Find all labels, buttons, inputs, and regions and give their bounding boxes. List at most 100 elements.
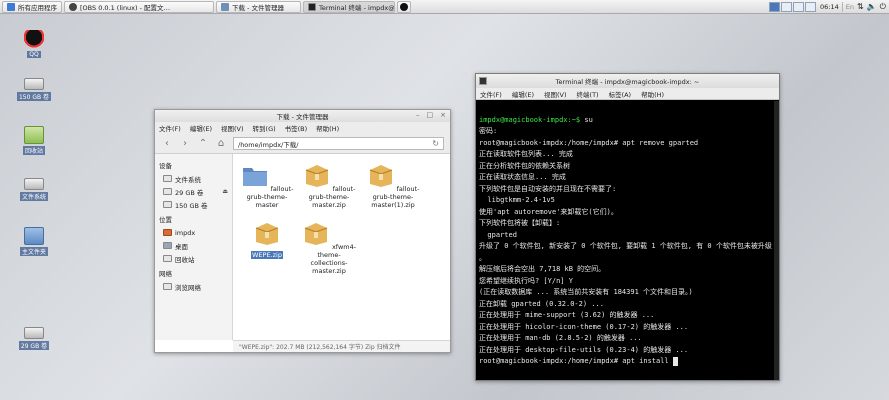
network-icon[interactable]: ⇅ xyxy=(857,2,864,11)
terminal-line: 下列软件包将被【卸载】: xyxy=(479,219,561,227)
minimize-icon[interactable]: – xyxy=(416,111,420,119)
volume-icon[interactable]: 🔈 xyxy=(867,2,877,11)
terminal-line: 正在处理用于 man-db (2.8.5-2) 的触发器 ... xyxy=(479,334,642,342)
terminal-scrollbar[interactable] xyxy=(774,101,779,380)
terminal-line: gparted xyxy=(479,230,517,239)
menu-edit[interactable]: 编辑(E) xyxy=(190,123,212,133)
eject-icon[interactable]: ⏏ xyxy=(222,188,228,195)
forward-arrow-icon[interactable]: › xyxy=(179,138,191,149)
taskbar-item-terminal[interactable]: Terminal 终端 - impdx@m… xyxy=(303,0,395,13)
sidebar-item-filesystem[interactable]: 文件系统 xyxy=(159,172,232,185)
file-view: fallout-grub-theme-master fallout-grub-t… xyxy=(233,154,450,340)
file-manager-body: 设备 文件系统 29 GB 卷 ⏏ 150 GB 卷 位置 impdx 桌面 回… xyxy=(155,154,450,340)
drive-icon xyxy=(24,178,44,190)
apps-menu-icon xyxy=(7,2,15,11)
terminal-prompt: impdx@magicbook-impdx:~$ xyxy=(479,115,581,124)
sidebar-item-150gb[interactable]: 150 GB 卷 xyxy=(159,198,232,211)
sidebar-item-impdx[interactable]: impdx xyxy=(159,226,232,239)
sidebar-heading: 设备 xyxy=(159,162,172,170)
workspace-4[interactable] xyxy=(805,1,817,12)
sidebar-item-29gb[interactable]: 29 GB 卷 ⏏ xyxy=(159,185,232,198)
menu-tabs[interactable]: 标签(A) xyxy=(609,89,632,99)
desktop-icon-filesystem[interactable]: 文件系统 xyxy=(14,178,54,201)
file-name: WEPE.zip xyxy=(251,251,283,259)
sidebar-item-label: 文件系统 xyxy=(175,175,201,184)
desktop-icon-qq[interactable]: QQ xyxy=(14,30,54,58)
file-name: xfwm4-theme-collections-master.zip xyxy=(310,243,357,275)
menu-view[interactable]: 视图(V) xyxy=(221,123,244,133)
terminal-line: 解压缩后将会空出 7,718 kB 的空间。 xyxy=(479,265,606,273)
menu-go[interactable]: 转到(G) xyxy=(253,123,276,133)
sidebar-heading: 位置 xyxy=(159,216,172,224)
terminal-line: 正在处理用于 hicolor-icon-theme (0.17-2) 的触发器 … xyxy=(479,322,689,331)
desktop-icon-trash[interactable]: 回收站 xyxy=(14,126,54,155)
workspace-3[interactable] xyxy=(793,1,805,12)
desktop-icon-29gb[interactable]: 29 GB 卷 xyxy=(14,327,54,350)
file-item[interactable]: xfwm4-theme-collections-master.zip xyxy=(299,220,359,275)
terminal-line: libgtkmm-2.4-1v5 xyxy=(479,196,555,204)
file-manager-menubar: 文件(F) 编辑(E) 视图(V) 转到(G) 书签(B) 帮助(H) xyxy=(155,122,450,134)
drive-icon xyxy=(163,201,172,208)
trash-icon xyxy=(24,126,44,144)
archive-icon xyxy=(304,223,328,245)
maximize-icon[interactable]: □ xyxy=(427,111,434,119)
language-indicator[interactable]: En xyxy=(846,3,854,11)
menu-terminal[interactable]: 终端(T) xyxy=(577,89,599,99)
taskbar-item-qq[interactable] xyxy=(397,0,411,13)
menu-bookmarks[interactable]: 书签(B) xyxy=(285,123,308,133)
sidebar-item-trash[interactable]: 回收站 xyxy=(159,252,232,265)
menu-help[interactable]: 帮助(H) xyxy=(641,89,664,99)
terminal-titlebar[interactable]: Terminal 终端 - impdx@magicbook-impdx: ~ xyxy=(476,74,779,88)
archive-icon xyxy=(369,165,392,187)
file-name: fallout-grub-theme-master xyxy=(246,185,294,209)
workspace-2[interactable] xyxy=(781,1,793,12)
taskbar-item-obs[interactable]: [OBS 0.0.1 (linux) - 配置文… xyxy=(64,0,214,13)
file-item-selected[interactable]: WEPE.zip xyxy=(237,220,297,259)
top-taskbar: 所有应用程序 [OBS 0.0.1 (linux) - 配置文… 下载 - 文件… xyxy=(0,0,889,14)
home-folder-icon xyxy=(24,227,44,245)
terminal-icon xyxy=(479,77,487,85)
desktop-icon-150gb[interactable]: 150 GB 卷 xyxy=(14,78,54,101)
menu-edit[interactable]: 编辑(E) xyxy=(512,89,534,99)
desktop-icon-home[interactable]: 主文件夹 xyxy=(14,227,54,256)
file-name: fallout-grub-theme-master(1).zip xyxy=(371,185,420,209)
sidebar-item-desktop[interactable]: 桌面 xyxy=(159,239,232,252)
terminal-cursor xyxy=(672,356,678,366)
qq-icon xyxy=(24,30,44,48)
terminal-line: (正在读取数据库 ... 系统当前共安装有 184391 个文件和目录。) xyxy=(479,288,693,296)
location-bar[interactable]: /home/impdx/下载/ ↻ xyxy=(233,137,444,150)
file-item[interactable]: fallout-grub-theme-master(1).zip xyxy=(363,162,423,209)
close-icon[interactable]: × xyxy=(440,111,446,119)
apps-menu-button[interactable]: 所有应用程序 xyxy=(2,0,62,13)
terminal-line: 正在分析软件包的依赖关系树 xyxy=(479,161,570,170)
folder-icon xyxy=(221,2,229,11)
file-item[interactable]: fallout-grub-theme-master.zip xyxy=(299,162,359,209)
terminal-line: 使用'apt autoremove'来卸载它(它们)。 xyxy=(479,207,618,216)
file-item[interactable]: fallout-grub-theme-master xyxy=(237,162,297,209)
terminal-line: 正在卸载 gparted (0.32.0-2) ... xyxy=(479,299,604,308)
reload-icon[interactable]: ↻ xyxy=(432,139,439,148)
file-name: fallout-grub-theme-master.zip xyxy=(308,185,356,209)
apps-menu-label: 所有应用程序 xyxy=(18,3,57,12)
menu-help[interactable]: 帮助(H) xyxy=(316,123,339,133)
terminal-menubar: 文件(F) 编辑(E) 视图(V) 终端(T) 标签(A) 帮助(H) xyxy=(476,88,779,100)
file-manager-titlebar[interactable]: 下载 - 文件管理器 – □ × xyxy=(155,110,450,122)
up-arrow-icon[interactable]: ⌃ xyxy=(197,138,209,149)
sidebar-item-label: 桌面 xyxy=(175,242,188,251)
menu-file[interactable]: 文件(F) xyxy=(159,123,181,133)
qq-icon xyxy=(400,2,408,11)
menu-file[interactable]: 文件(F) xyxy=(480,89,502,99)
home-icon[interactable]: ⌂ xyxy=(215,138,227,149)
taskbar-item-label: [OBS 0.0.1 (linux) - 配置文… xyxy=(80,3,171,12)
sidebar-item-browse-network[interactable]: 浏览网络 xyxy=(159,280,232,293)
back-arrow-icon[interactable]: ‹ xyxy=(161,138,173,149)
sidebar-heading: 网络 xyxy=(159,270,172,278)
sidebar-item-label: 回收站 xyxy=(175,255,195,264)
terminal-line: 正在处理用于 mime-support (3.62) 的触发器 ... xyxy=(479,311,655,319)
terminal-screen[interactable]: impdx@magicbook-impdx:~$ su 密码: root@magic… xyxy=(476,101,774,380)
clock[interactable]: 06:14 xyxy=(820,3,839,11)
taskbar-item-file-manager[interactable]: 下载 - 文件管理器 xyxy=(216,0,301,13)
workspace-1[interactable] xyxy=(769,1,781,12)
menu-view[interactable]: 视图(V) xyxy=(544,89,567,99)
power-icon[interactable]: ⏻ xyxy=(880,2,886,12)
